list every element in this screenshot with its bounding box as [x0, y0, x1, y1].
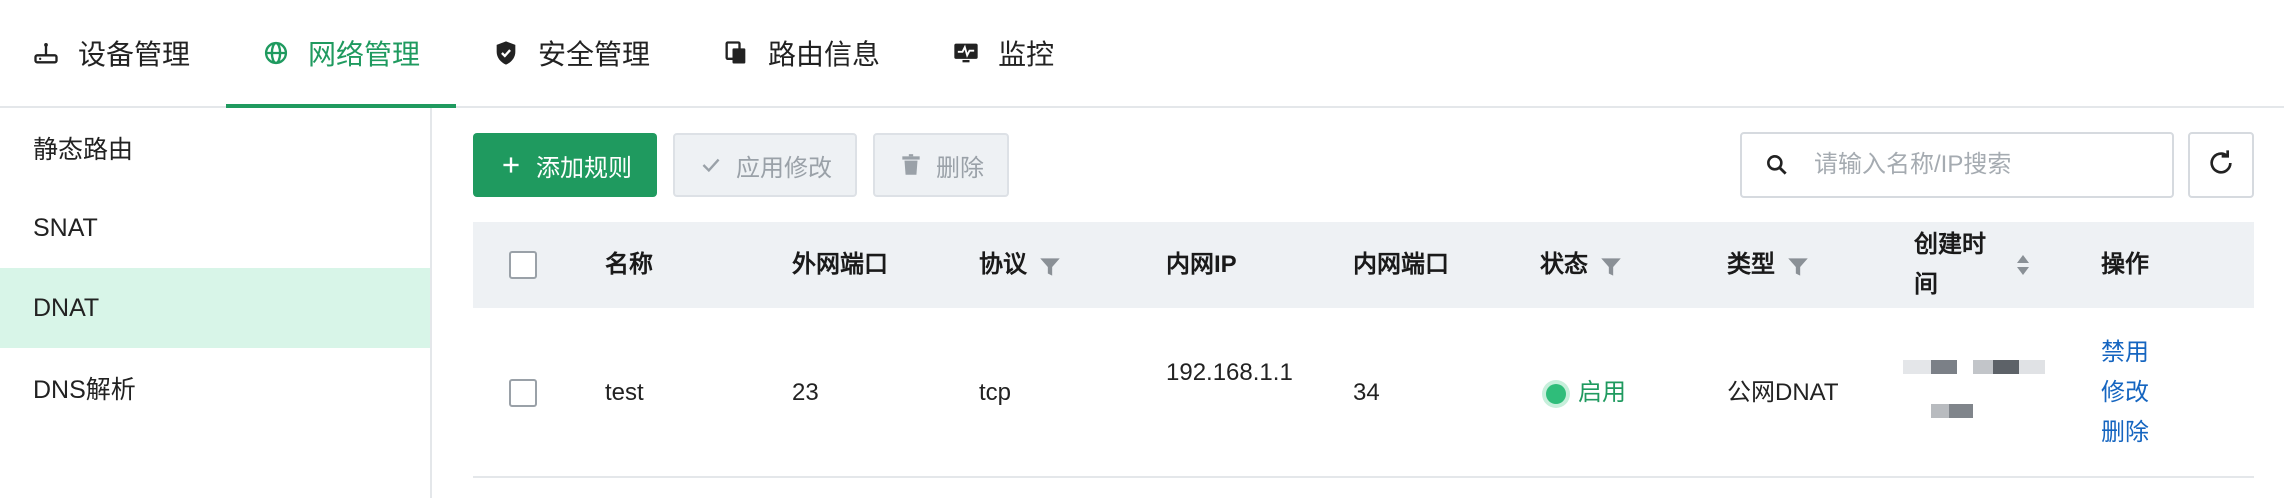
- tab-routing-info[interactable]: 路由信息: [686, 0, 916, 106]
- refresh-button[interactable]: [2188, 132, 2254, 198]
- header-name: 名称: [605, 251, 653, 278]
- sidebar-item-dns[interactable]: DNS解析: [0, 348, 430, 428]
- globe-icon: [262, 39, 290, 67]
- header-actions: 操作: [2101, 251, 2149, 278]
- monitor-icon: [952, 39, 980, 67]
- add-rule-button[interactable]: 添加规则: [473, 133, 657, 197]
- delete-button[interactable]: 删除: [873, 133, 1009, 197]
- tab-label: 网络管理: [308, 39, 421, 70]
- router-icon: [32, 39, 60, 67]
- tab-label: 路由信息: [768, 39, 881, 70]
- sidebar-item-dnat[interactable]: DNAT: [0, 268, 430, 348]
- header-created: 创建时间: [1914, 231, 1986, 298]
- filter-icon[interactable]: [1037, 253, 1063, 279]
- edit-link[interactable]: 修改: [2101, 373, 2149, 413]
- header-status: 状态: [1540, 245, 1624, 285]
- search-icon: [1764, 152, 1790, 178]
- tab-device-management[interactable]: 设备管理: [0, 0, 226, 106]
- header-int-ip: 内网IP: [1166, 251, 1237, 278]
- shield-icon: [492, 39, 520, 67]
- cell-actions: 禁用 修改 删除: [2101, 333, 2149, 453]
- tab-label: 监控: [998, 39, 1055, 70]
- cell-protocol: tcp: [979, 379, 1012, 406]
- sidebar-item-static-route[interactable]: 静态路由: [0, 108, 430, 188]
- sort-icon[interactable]: [2013, 252, 2033, 283]
- table-row: test 23 tcp 192.168.1.1 34 启用 公网DNAT 禁用 …: [473, 308, 2254, 478]
- check-icon: [698, 152, 724, 178]
- filter-icon[interactable]: [1785, 253, 1811, 279]
- sidebar: 静态路由 SNAT DNAT DNS解析: [0, 108, 432, 498]
- header-status-label: 状态: [1540, 251, 1588, 278]
- apply-changes-button[interactable]: 应用修改: [673, 133, 857, 197]
- header-type-label: 类型: [1727, 251, 1775, 278]
- delete-link[interactable]: 删除: [2101, 413, 2149, 453]
- header-protocol-label: 协议: [979, 251, 1027, 278]
- search-input[interactable]: [1814, 151, 2154, 179]
- copy-icon: [722, 39, 750, 67]
- tab-security-management[interactable]: 安全管理: [456, 0, 686, 106]
- status-label: 启用: [1578, 379, 1626, 406]
- cell-status: 启用: [1546, 373, 1626, 413]
- status-dot: [1546, 383, 1566, 404]
- header-protocol: 协议: [979, 245, 1063, 285]
- search-box: [1740, 132, 2174, 198]
- cell-name: test: [605, 379, 644, 406]
- tab-label: 设备管理: [78, 39, 191, 70]
- header-ext-port: 外网端口: [792, 251, 888, 278]
- tab-network-management[interactable]: 网络管理: [226, 0, 457, 108]
- tab-monitoring[interactable]: 监控: [916, 0, 1090, 106]
- cell-int-port: 34: [1353, 379, 1380, 406]
- apply-changes-label: 应用修改: [736, 154, 832, 182]
- header-type: 类型: [1727, 245, 1811, 285]
- cell-type: 公网DNAT: [1727, 379, 1839, 406]
- refresh-icon: [2205, 147, 2237, 184]
- plus-icon: [498, 152, 524, 178]
- tab-label: 安全管理: [538, 39, 651, 70]
- top-navigation: 设备管理 网络管理 安全管理 路由信息 监控: [0, 0, 2284, 108]
- header-int-port: 内网端口: [1353, 251, 1449, 278]
- cell-ext-port: 23: [792, 379, 819, 406]
- cell-int-ip: 192.168.1.1: [1166, 359, 1293, 386]
- table-header: 名称 外网端口 协议 内网IP 内网端口 状态 类型 创建时间 操作: [473, 222, 2254, 308]
- row-checkbox[interactable]: [509, 379, 537, 407]
- trash-icon: [898, 152, 924, 178]
- add-rule-label: 添加规则: [536, 154, 632, 182]
- disable-link[interactable]: 禁用: [2101, 333, 2149, 373]
- delete-label: 删除: [936, 154, 984, 182]
- filter-icon[interactable]: [1598, 253, 1624, 279]
- sidebar-item-snat[interactable]: SNAT: [0, 188, 430, 268]
- select-all-checkbox[interactable]: [509, 251, 537, 279]
